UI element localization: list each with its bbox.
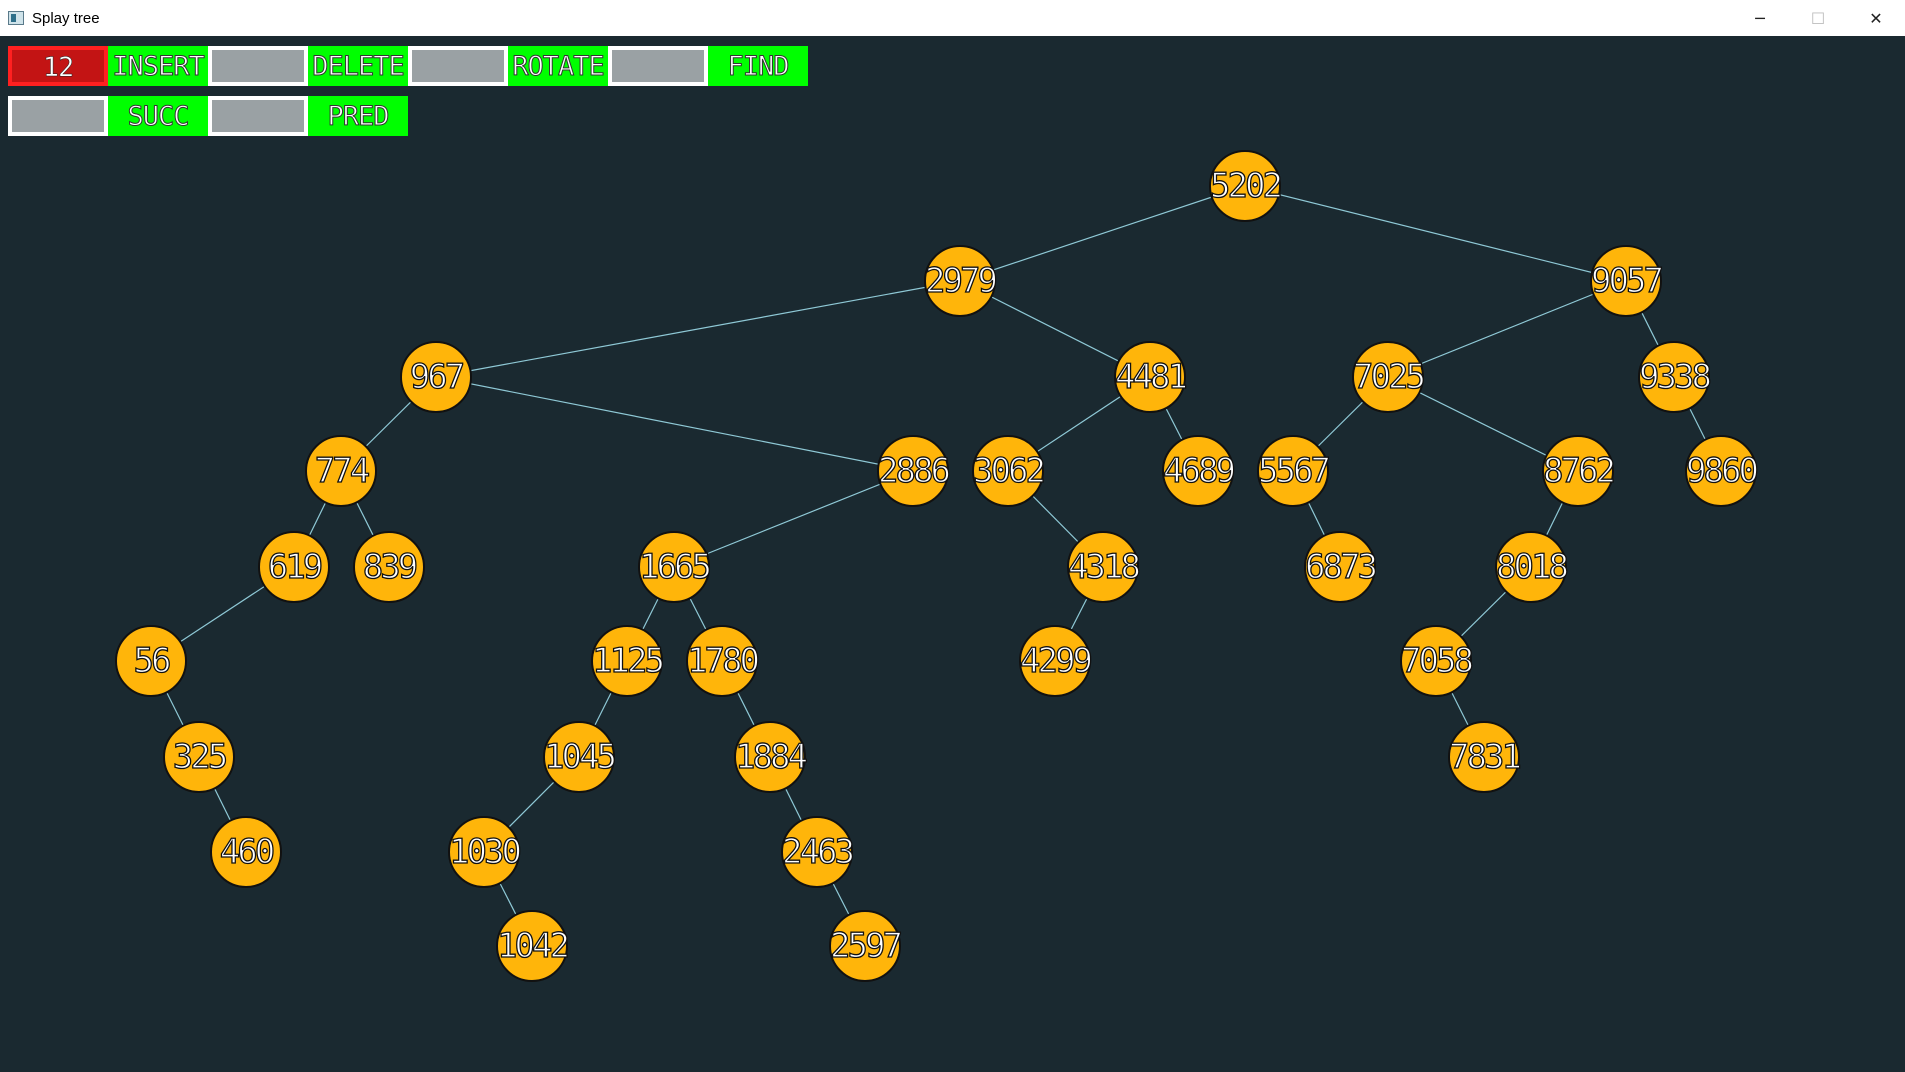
tree-node-2979[interactable]: 2979: [924, 245, 1000, 317]
tree-edge-5202-2979: [959, 185, 1246, 282]
tree-node-label: 1030: [449, 832, 520, 872]
tree-node-5202[interactable]: 5202: [1209, 150, 1284, 222]
tree-node-967[interactable]: 967: [400, 341, 472, 413]
tree-edge-5202-9057: [1244, 185, 1627, 282]
tree-node-4481[interactable]: 4481: [1114, 341, 1190, 413]
tree-node-6873[interactable]: 6873: [1304, 531, 1379, 603]
tree-node-label: 1780: [687, 641, 758, 681]
tree-node-1042[interactable]: 1042: [496, 910, 571, 982]
tree-node-label: 460: [220, 832, 274, 872]
tree-node-label: 9338: [1639, 357, 1710, 397]
tree-node-label: 4299: [1020, 641, 1091, 681]
tree-node-label: 774: [315, 451, 369, 491]
tree-node-1125[interactable]: 1125: [591, 625, 666, 697]
tree-node-label: 1884: [735, 737, 806, 777]
tree-node-3062[interactable]: 3062: [972, 435, 1047, 507]
tree-node-label: 1042: [497, 926, 567, 966]
tree-node-325[interactable]: 325: [163, 721, 235, 793]
tree-node-label: 1125: [592, 641, 662, 681]
tree-node-label: 967: [410, 357, 463, 397]
tree-node-8762[interactable]: 8762: [1542, 435, 1617, 507]
tree-node-2463[interactable]: 2463: [781, 816, 856, 888]
tree-node-label: 9057: [1591, 261, 1661, 301]
tree-node-label: 4481: [1115, 357, 1186, 397]
tree-edge-2979-967: [435, 280, 961, 378]
tree-node-label: 2979: [925, 261, 996, 301]
tree-node-label: 7058: [1401, 641, 1472, 681]
tree-node-label: 1045: [544, 737, 614, 777]
tree-node-1045[interactable]: 1045: [543, 721, 618, 793]
tree-node-label: 7025: [1353, 357, 1423, 397]
tree-canvas: 5202 2979 9057 967 4481 7025 9338 774 2886 3062 46…: [115, 150, 1761, 982]
tree-node-4318[interactable]: 4318: [1067, 531, 1143, 603]
tree-node-label: 1665: [639, 547, 709, 587]
tree-node-839[interactable]: 839: [353, 531, 425, 603]
tree-node-label: 3062: [973, 451, 1043, 491]
tree-nodes: 5202 2979 9057 967 4481 7025 9338 774 2886 3062 46…: [115, 150, 1761, 982]
tree-node-label: 8762: [1543, 451, 1613, 491]
tree-node-619[interactable]: 619: [258, 531, 330, 603]
tree-node-1030[interactable]: 1030: [448, 816, 524, 888]
tree-node-56[interactable]: 56: [115, 625, 187, 697]
tree-node-2597[interactable]: 2597: [829, 910, 904, 982]
tree-node-7831[interactable]: 7831: [1448, 721, 1524, 793]
tree-node-label: 4689: [1163, 451, 1234, 491]
tree-node-label: 4318: [1068, 547, 1139, 587]
tree-node-label: 8018: [1496, 547, 1567, 587]
tree-node-7025[interactable]: 7025: [1352, 341, 1427, 413]
tree-node-label: 619: [268, 547, 322, 587]
tree-node-774[interactable]: 774: [305, 435, 377, 507]
tree-node-label: 5202: [1210, 166, 1280, 206]
tree-node-label: 325: [173, 737, 226, 777]
tree-node-label: 9860: [1686, 451, 1757, 491]
tree-node-label: 2463: [782, 832, 852, 872]
tree-node-4299[interactable]: 4299: [1019, 625, 1095, 697]
tree-node-9057[interactable]: 9057: [1590, 245, 1665, 317]
tree-node-5567[interactable]: 5567: [1257, 435, 1332, 507]
tree-node-4689[interactable]: 4689: [1162, 435, 1238, 507]
tree-node-460[interactable]: 460: [210, 816, 282, 888]
tree-node-1780[interactable]: 1780: [686, 625, 762, 697]
tree-edge-967-2886: [435, 376, 914, 472]
tree-node-7058[interactable]: 7058: [1400, 625, 1476, 697]
tree-node-1665[interactable]: 1665: [638, 531, 713, 603]
tree-node-label: 56: [134, 641, 170, 681]
tree-node-9338[interactable]: 9338: [1638, 341, 1714, 413]
tree-node-label: 839: [363, 547, 417, 587]
tree-node-label: 7831: [1449, 737, 1520, 777]
tree-node-1884[interactable]: 1884: [734, 721, 810, 793]
tree-node-9860[interactable]: 9860: [1685, 435, 1761, 507]
tree-node-8018[interactable]: 8018: [1495, 531, 1571, 603]
tree-node-label: 6873: [1305, 547, 1375, 587]
tree-node-label: 2886: [878, 451, 949, 491]
tree-node-2886[interactable]: 2886: [877, 435, 953, 507]
tree-node-label: 2597: [830, 926, 900, 966]
tree-node-label: 5567: [1258, 451, 1328, 491]
